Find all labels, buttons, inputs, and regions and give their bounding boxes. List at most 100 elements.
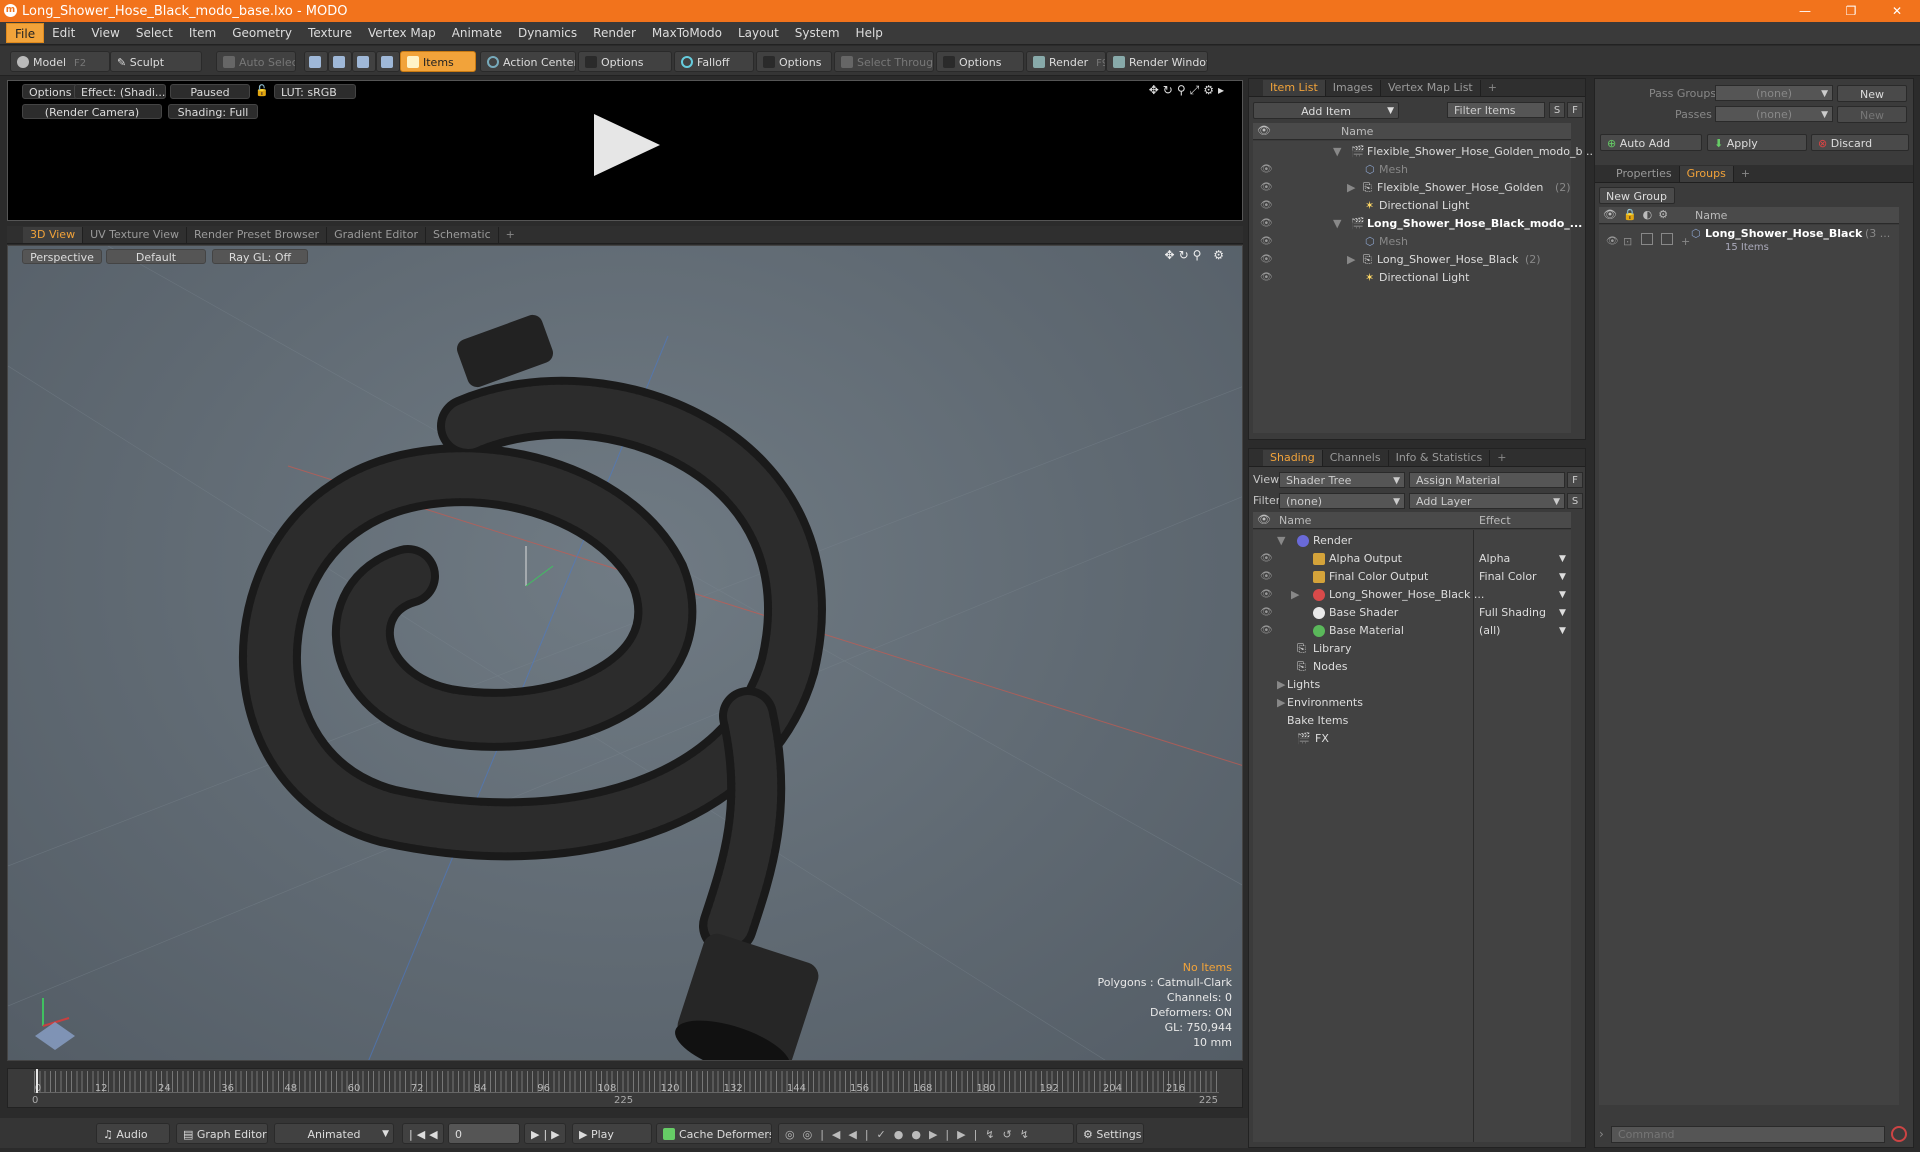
item-list-tree[interactable]: ▼ 🎬 Flexible_Shower_Hose_Golden_modo_b ...…	[1253, 141, 1596, 433]
viewport-nav-icons[interactable]: ✥↻⚲ ⚙	[1165, 248, 1228, 262]
lock-toggle-icon[interactable]: ⊡	[1623, 233, 1632, 251]
close-button[interactable]: ✕	[1874, 0, 1920, 22]
action-center-options-button[interactable]: Options	[578, 51, 672, 72]
add-layer-dropdown[interactable]: Add Layer ▼	[1409, 493, 1565, 509]
menu-dynamics[interactable]: Dynamics	[510, 23, 585, 43]
tab-info-statistics[interactable]: Info & Statistics	[1389, 449, 1491, 466]
visibility-eye-icon[interactable]: 👁	[1260, 179, 1273, 197]
menu-view[interactable]: View	[83, 23, 127, 43]
menu-edit[interactable]: Edit	[44, 23, 83, 43]
visibility-eye-icon[interactable]: 👁	[1260, 197, 1273, 215]
discard-button[interactable]: ⊗ Discard	[1811, 134, 1909, 151]
timeline[interactable]: 0 12 24 36 48 60 72 84 96 108 120 132 144 156 168 180 19…	[7, 1068, 1243, 1108]
timeline-playhead[interactable]	[36, 1069, 38, 1093]
filter-items-input[interactable]: Filter Items	[1447, 102, 1545, 118]
lock-icon[interactable]: 🔓	[255, 84, 269, 97]
play-button[interactable]: ▶ Play	[572, 1123, 652, 1144]
tab-gradient-editor[interactable]: Gradient Editor	[327, 226, 426, 243]
falloff-button[interactable]: Falloff	[674, 51, 754, 72]
perspective-dropdown[interactable]: Perspective	[22, 249, 102, 264]
animated-dropdown[interactable]: Animated ▼	[274, 1123, 394, 1144]
chevron-down-icon[interactable]: ▼	[1559, 604, 1566, 622]
visibility-eye-icon[interactable]: 👁	[1260, 269, 1273, 287]
tab-properties[interactable]: Properties	[1609, 165, 1680, 182]
visibility-eye-icon[interactable]: 👁	[1260, 604, 1273, 622]
filter-s-button[interactable]: S	[1549, 102, 1565, 118]
menu-texture[interactable]: Texture	[300, 23, 360, 43]
tab-item-list[interactable]: Item List	[1263, 79, 1326, 96]
transport-forward-buttons[interactable]: ▶|▶|	[524, 1123, 566, 1144]
passes-dropdown[interactable]: (none) ▼	[1715, 106, 1833, 122]
audio-button[interactable]: ♫ Audio	[96, 1123, 170, 1144]
filter-dropdown[interactable]: (none) ▼	[1279, 493, 1405, 509]
tab-shading[interactable]: Shading	[1263, 449, 1323, 466]
add-tab-button[interactable]: +	[1734, 166, 1757, 182]
materials-mode-button[interactable]	[376, 51, 400, 72]
filter-f-button[interactable]: F	[1567, 102, 1583, 118]
model-button[interactable]: Model F2	[10, 51, 110, 72]
assign-material-button[interactable]: Assign Material	[1409, 472, 1565, 488]
maximize-button[interactable]: ❐	[1828, 0, 1874, 22]
action-center-button[interactable]: Action Center	[480, 51, 576, 72]
menu-geometry[interactable]: Geometry	[224, 23, 300, 43]
chevron-down-icon[interactable]: ▼	[1559, 586, 1566, 604]
render-toggle-checkbox[interactable]	[1641, 233, 1653, 245]
falloff-options-button[interactable]: Options	[756, 51, 832, 72]
tab-channels[interactable]: Channels	[1323, 449, 1389, 466]
shading-dropdown[interactable]: Shading: Full	[168, 104, 258, 119]
polygons-mode-button[interactable]	[352, 51, 376, 72]
visibility-eye-icon[interactable]: 👁	[1260, 215, 1273, 233]
menu-system[interactable]: System	[787, 23, 848, 43]
menu-render[interactable]: Render	[585, 23, 644, 43]
play-icon[interactable]	[594, 114, 660, 176]
preview-nav-icons[interactable]: ✥↻⚲⤢⚙▸	[1149, 83, 1228, 98]
graph-editor-button[interactable]: ▤ Graph Editor	[176, 1123, 268, 1144]
cache-deformers-button[interactable]: Cache Deformers	[656, 1123, 772, 1144]
viewport-3d[interactable]: Perspective Default Ray GL: Off ✥↻⚲ ⚙ No…	[7, 245, 1243, 1061]
new-pass-group-button[interactable]: New	[1837, 85, 1907, 102]
menu-animate[interactable]: Animate	[444, 23, 510, 43]
expand-plus-icon[interactable]: +	[1681, 233, 1690, 251]
raygl-dropdown[interactable]: Ray GL: Off	[212, 249, 308, 264]
edges-mode-button[interactable]	[328, 51, 352, 72]
add-item-dropdown[interactable]: Add Item ▼	[1253, 102, 1399, 119]
select-through-button[interactable]: Select Through	[834, 51, 934, 72]
new-group-button[interactable]: New Group	[1599, 187, 1675, 204]
auto-add-button[interactable]: ⊕ Auto Add	[1600, 134, 1702, 151]
add-tab-button[interactable]: +	[1490, 450, 1513, 466]
settings-button[interactable]: ⚙ Settings	[1076, 1123, 1144, 1144]
menu-vertex-map[interactable]: Vertex Map	[360, 23, 444, 43]
add-tab-button[interactable]: +	[1481, 80, 1504, 96]
visibility-eye-icon[interactable]: 👁	[1260, 622, 1273, 640]
select-toggle-checkbox[interactable]	[1661, 233, 1673, 245]
visibility-eye-icon[interactable]: 👁	[1260, 550, 1273, 568]
chevron-down-icon[interactable]: ▼	[1559, 622, 1566, 640]
shader-tree[interactable]: ▼ Render 👁 Alpha Output Alpha ▼ 👁 Final Color…	[1253, 530, 1571, 1142]
preview-paused-button[interactable]: Paused	[170, 84, 250, 99]
preview-effect-dropdown[interactable]: Effect: (Shadi...	[74, 84, 166, 99]
visibility-eye-icon[interactable]: 👁	[1260, 251, 1273, 269]
tab-vertex-map-list[interactable]: Vertex Map List	[1381, 79, 1481, 96]
menu-layout[interactable]: Layout	[730, 23, 787, 43]
visibility-eye-icon[interactable]: 👁	[1260, 586, 1273, 604]
render-window-button[interactable]: Render Window	[1106, 51, 1208, 72]
menu-help[interactable]: Help	[848, 23, 891, 43]
menu-file[interactable]: File	[6, 23, 45, 43]
visibility-eye-icon[interactable]: 👁	[1260, 568, 1273, 586]
shading-f-button[interactable]: F	[1567, 472, 1583, 488]
chevron-down-icon[interactable]: ▼	[1559, 568, 1566, 586]
chevron-down-icon[interactable]: ▼	[1559, 550, 1566, 568]
tab-3d-view[interactable]: 3D View	[23, 226, 84, 243]
tab-schematic[interactable]: Schematic	[426, 226, 499, 243]
style-dropdown[interactable]: Default	[106, 249, 206, 264]
visibility-eye-icon[interactable]: 👁	[1606, 233, 1619, 251]
visibility-eye-icon[interactable]: 👁	[1260, 233, 1273, 251]
tab-uv-texture-view[interactable]: UV Texture View	[83, 226, 188, 243]
transport-rewind-buttons[interactable]: |◀◀|	[402, 1123, 444, 1144]
command-input[interactable]	[1611, 1126, 1885, 1143]
key-tool-buttons[interactable]: ◎◎|◀◀|✓●●▶|▶|↯↺↯	[778, 1123, 1074, 1144]
render-camera-dropdown[interactable]: (Render Camera)	[22, 104, 162, 119]
tab-images[interactable]: Images	[1326, 79, 1381, 96]
groups-tree[interactable]: 👁 ⊡ + ⬡ Long_Shower_Hose_Black (3 ... 15…	[1599, 225, 1899, 1105]
render-button[interactable]: RenderF9	[1026, 51, 1106, 72]
